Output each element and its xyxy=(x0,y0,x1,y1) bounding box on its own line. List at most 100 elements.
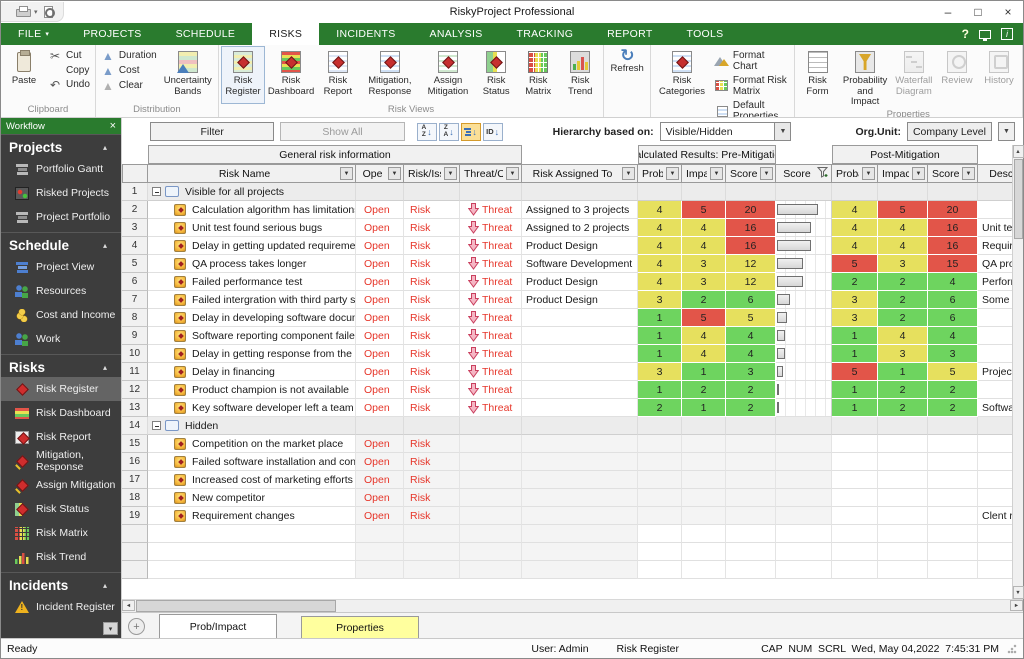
sidebar-item-risk-dashboard[interactable]: Risk Dashboard xyxy=(1,401,121,425)
column-header-impac[interactable]: Impac▼ xyxy=(682,164,726,183)
sidebar-item-risk-matrix[interactable]: Risk Matrix xyxy=(1,521,121,545)
print-caret-icon[interactable]: ▾ xyxy=(34,8,38,16)
print-icon[interactable] xyxy=(15,6,30,17)
resize-grip[interactable] xyxy=(1007,644,1017,654)
info-icon[interactable]: i xyxy=(1001,28,1013,40)
collapse-minus-icon[interactable] xyxy=(152,421,161,430)
table-row[interactable]: 15Competition on the market placeOpenRis… xyxy=(122,435,1012,453)
column-header-ope[interactable]: Ope▼ xyxy=(356,164,404,183)
filter-dropdown-icon[interactable]: ▼ xyxy=(962,167,975,180)
sidebar-section-header-risks[interactable]: Risks▴ xyxy=(1,357,121,377)
filter-dropdown-icon[interactable]: ▼ xyxy=(340,167,353,180)
risk-dashboard-button[interactable]: Risk Dashboard xyxy=(265,46,317,104)
sidebar-section-header-incidents[interactable]: Incidents▴ xyxy=(1,575,121,595)
column-header-score[interactable]: Score (▼ xyxy=(726,164,776,183)
table-row[interactable]: 5QA process takes longerOpenRiskThreatSo… xyxy=(122,255,1012,273)
sidebar-item-assign-mitigation[interactable]: Assign Mitigation xyxy=(1,473,121,497)
sort-hier-button[interactable]: ↓ xyxy=(461,123,481,141)
filter-dropdown-icon[interactable]: ▼ xyxy=(622,167,635,180)
clear-button[interactable]: ▲Clear xyxy=(98,78,160,93)
table-row[interactable]: 8Delay in developing software documeOpen… xyxy=(122,309,1012,327)
probability-and-impact-button[interactable]: Probability and Impact xyxy=(839,46,892,109)
hierarchy-dropdown[interactable]: Visible/Hidden ▼ xyxy=(660,122,792,141)
undo-button[interactable]: ↶Undo xyxy=(45,77,93,92)
sidebar-section-header-projects[interactable]: Projects▴ xyxy=(1,137,121,157)
table-row[interactable]: 12Product champion is not availableOpenR… xyxy=(122,381,1012,399)
maximize-button[interactable]: □ xyxy=(963,1,993,23)
sidebar-item-project-portfolio[interactable]: Project Portfolio xyxy=(1,205,121,229)
table-row[interactable]: 7Failed intergration with third party so… xyxy=(122,291,1012,309)
column-header-descript[interactable]: Descript xyxy=(978,164,1012,183)
table-row[interactable]: 18New competitorOpenRisk xyxy=(122,489,1012,507)
collapse-icon[interactable]: ▴ xyxy=(103,363,107,372)
table-row[interactable]: 17Increased cost of marketing effortsOpe… xyxy=(122,471,1012,489)
scroll-down-icon[interactable]: ▼ xyxy=(1013,586,1024,599)
mitigation-response-button[interactable]: Mitigation, Response xyxy=(359,46,421,104)
chevron-down-icon[interactable]: ▼ xyxy=(774,123,790,140)
monitor-icon[interactable] xyxy=(979,30,991,39)
copy-button[interactable]: Copy xyxy=(45,63,93,77)
scroll-right-icon[interactable]: ► xyxy=(1010,600,1023,611)
table-row[interactable]: 6Failed performance testOpenRiskThreatPr… xyxy=(122,273,1012,291)
scroll-up-icon[interactable]: ▲ xyxy=(1013,145,1024,158)
refresh-button[interactable]: ↻Refresh xyxy=(606,46,648,104)
risk-categories-button[interactable]: Risk Categories xyxy=(653,46,711,118)
sidebar-item-portfolio-gantt[interactable]: Portfolio Gantt xyxy=(1,157,121,181)
sidebar-item-mitigation-response[interactable]: Mitigation, Response xyxy=(1,449,121,473)
table-row[interactable]: 1Visible for all projects xyxy=(122,183,1012,201)
assign-mitigation-button[interactable]: Assign Mitigation xyxy=(421,46,475,104)
sidebar-item-resources[interactable]: Resources xyxy=(1,279,121,303)
tab-properties[interactable]: Properties xyxy=(301,616,419,638)
close-icon[interactable]: × xyxy=(110,120,116,132)
column-header-impact-f[interactable]: Impact (F▼ xyxy=(878,164,928,183)
format-chart-button[interactable]: Format Chart xyxy=(711,48,792,73)
table-row[interactable]: 2Calculation algorithm has limitationsOp… xyxy=(122,201,1012,219)
table-row[interactable]: 10Delay in getting response from the cli… xyxy=(122,345,1012,363)
collapse-icon[interactable]: ▴ xyxy=(103,143,107,152)
table-row[interactable]: 9Software reporting component failedOpen… xyxy=(122,327,1012,345)
print-preview-icon[interactable] xyxy=(42,6,55,18)
horizontal-scrollbar[interactable]: ◄ ► xyxy=(122,599,1023,612)
sort-id-button[interactable]: ID↓ xyxy=(483,123,503,141)
menu-tab-tools[interactable]: TOOLS xyxy=(670,23,741,45)
collapse-minus-icon[interactable] xyxy=(152,187,161,196)
menu-tab-report[interactable]: REPORT xyxy=(590,23,669,45)
filter-dropdown-icon[interactable]: ▼ xyxy=(444,167,457,180)
default-properties-button[interactable]: Default Properties xyxy=(711,98,792,118)
collapse-icon[interactable]: ▴ xyxy=(103,581,107,590)
sidebar-item-work[interactable]: Work xyxy=(1,327,121,351)
filter-dropdown-icon[interactable]: ▼ xyxy=(862,167,875,180)
risk-form-button[interactable]: Risk Form xyxy=(797,46,839,109)
sidebar-item-risk-status[interactable]: Risk Status xyxy=(1,497,121,521)
history-button[interactable]: History xyxy=(978,46,1020,109)
uncertainty-bands-button[interactable]: Uncertainty Bands xyxy=(160,46,216,104)
column-header-probal[interactable]: Probal▼ xyxy=(638,164,682,183)
sidebar-item-risked-projects[interactable]: Risked Projects xyxy=(1,181,121,205)
column-header-probab[interactable]: Probab▼ xyxy=(832,164,878,183)
column-header-risk-assigned-to[interactable]: Risk Assigned To▼ xyxy=(522,164,638,183)
filter-dropdown-icon[interactable]: ▼ xyxy=(760,167,773,180)
vertical-scroll-thumb[interactable] xyxy=(1014,159,1023,239)
orgunit-dropdown-icon[interactable]: ▼ xyxy=(998,122,1015,141)
risk-trend-button[interactable]: Risk Trend xyxy=(559,46,601,104)
filter-dropdown-icon[interactable]: ▼ xyxy=(912,167,925,180)
vertical-scrollbar[interactable]: ▲ ▼ xyxy=(1012,145,1023,599)
column-header-score-f[interactable]: Score (F▼ xyxy=(928,164,978,183)
filter-dropdown-icon[interactable]: ▼ xyxy=(506,167,519,180)
add-tab-button[interactable]: + xyxy=(128,618,145,635)
filter-button[interactable]: Filter xyxy=(150,122,274,141)
column-header-rownum[interactable] xyxy=(122,164,148,183)
filter-dropdown-icon[interactable]: ▼ xyxy=(666,167,679,180)
menu-tab-risks[interactable]: RISKS xyxy=(252,23,319,45)
risk-matrix-button[interactable]: Risk Matrix xyxy=(517,46,559,104)
table-row[interactable]: 14Hidden xyxy=(122,417,1012,435)
scroll-left-icon[interactable]: ◄ xyxy=(122,600,135,611)
risk-status-button[interactable]: Risk Status xyxy=(475,46,517,104)
sidebar-scroll-down-icon[interactable]: ▾ xyxy=(103,622,118,635)
table-row[interactable]: 19Requirement changesOpenRiskClent re xyxy=(122,507,1012,525)
close-button[interactable]: × xyxy=(993,1,1023,23)
column-header-risk-issu[interactable]: Risk/Issu▼ xyxy=(404,164,460,183)
column-header-score[interactable]: Score xyxy=(776,164,832,183)
table-row[interactable]: 13Key software developer left a teamOpen… xyxy=(122,399,1012,417)
collapse-icon[interactable]: ▴ xyxy=(103,241,107,250)
